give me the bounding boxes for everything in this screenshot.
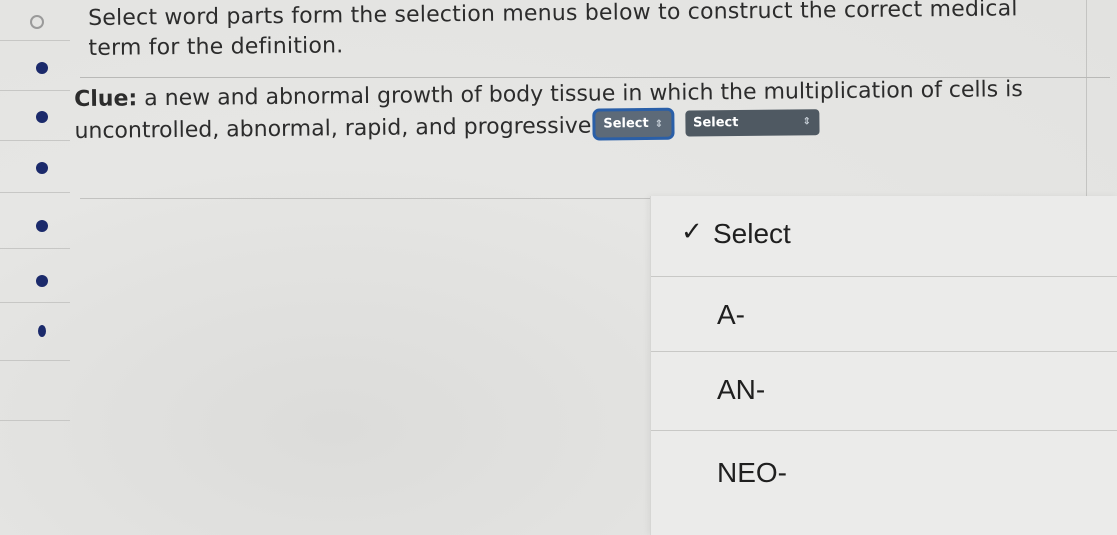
suffix-select-label: Select	[692, 115, 739, 131]
prefix-dropdown-menu: ✓ Select A- AN- NEO-	[650, 196, 1117, 535]
chevron-updown-icon: ⇕	[802, 116, 812, 128]
dropdown-option-select[interactable]: ✓ Select	[651, 196, 1117, 277]
dropdown-option-an[interactable]: AN-	[651, 352, 1117, 431]
clue-label: Clue:	[74, 86, 138, 112]
question-nav-dot[interactable]	[36, 111, 48, 123]
chevron-updown-icon: ⇕	[654, 118, 664, 130]
prefix-select[interactable]: Select ⇕	[595, 110, 672, 138]
page: Select word parts form the selection men…	[0, 0, 1117, 535]
suffix-select[interactable]: Select ⇕	[684, 109, 820, 137]
question-clue: Clue: a new and abnormal growth of body …	[74, 74, 1075, 148]
dropdown-option-neo[interactable]: NEO-	[651, 431, 1117, 515]
question-nav-dot[interactable]	[36, 220, 48, 232]
question-nav-dot[interactable]	[30, 15, 44, 29]
option-label: NEO-	[717, 457, 787, 488]
dropdown-option-a[interactable]: A-	[651, 277, 1117, 352]
checkmark-icon: ✓	[681, 216, 703, 246]
question-nav-dot[interactable]	[36, 162, 48, 174]
option-label: Select	[713, 218, 791, 249]
question-nav-dot[interactable]	[36, 62, 48, 74]
clue-text: a new and abnormal growth of body tissue…	[74, 77, 1023, 144]
question-instruction: Select word parts form the selection men…	[88, 0, 1018, 61]
question-nav-dot[interactable]	[36, 275, 48, 287]
option-label: AN-	[717, 374, 766, 405]
option-label: A-	[717, 299, 745, 330]
prefix-select-label: Select	[603, 115, 649, 132]
question-nav-dot[interactable]	[38, 325, 46, 337]
